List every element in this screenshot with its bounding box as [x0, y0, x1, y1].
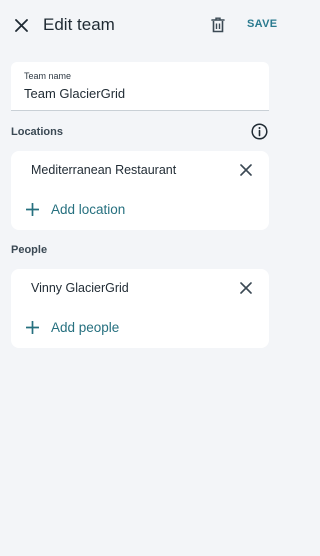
people-heading: People — [11, 244, 48, 256]
people-card: Vinny GlacierGrid Add people — [11, 269, 269, 348]
close-button[interactable] — [11, 14, 31, 36]
person-item: Vinny GlacierGrid — [31, 281, 129, 295]
page-title: Edit team — [43, 15, 115, 34]
info-icon — [251, 123, 268, 140]
delete-team-button[interactable] — [208, 15, 228, 35]
add-location-label: Add location — [51, 202, 126, 217]
add-location-button[interactable]: Add location — [25, 202, 125, 217]
locations-info-button[interactable] — [251, 123, 268, 140]
team-name-field[interactable]: Team name Team GlacierGrid — [11, 62, 269, 111]
team-name-input[interactable]: Team GlacierGrid — [24, 86, 125, 101]
locations-heading: Locations — [11, 126, 63, 138]
plus-icon — [25, 203, 39, 217]
trash-icon — [211, 17, 225, 33]
remove-person-button[interactable] — [238, 280, 254, 296]
close-icon — [14, 18, 28, 32]
add-people-button[interactable]: Add people — [25, 320, 119, 335]
close-icon — [240, 164, 252, 176]
app-bar: Edit team SAVE — [0, 0, 278, 50]
remove-location-button[interactable] — [238, 162, 254, 178]
plus-icon — [25, 321, 39, 335]
location-item: Mediterranean Restaurant — [31, 163, 177, 177]
locations-card: Mediterranean Restaurant Add location — [11, 151, 269, 230]
close-icon — [240, 282, 252, 294]
save-button[interactable]: SAVE — [247, 18, 277, 30]
team-name-label: Team name — [24, 71, 72, 81]
add-people-label: Add people — [51, 320, 120, 335]
